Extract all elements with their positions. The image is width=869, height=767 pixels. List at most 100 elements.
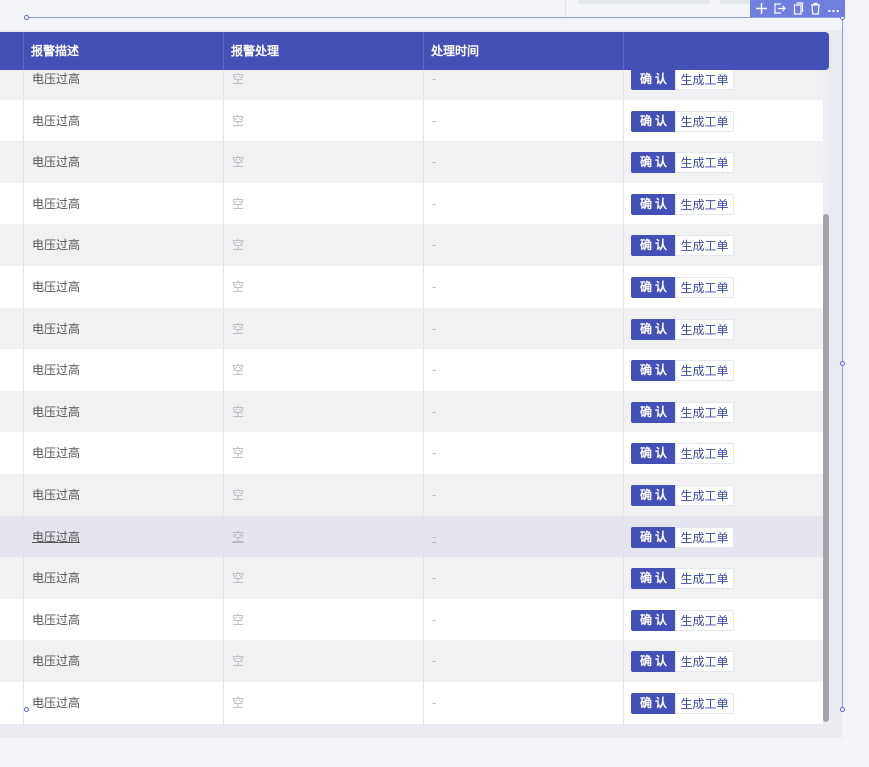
handled-time: -: [423, 640, 623, 683]
confirm-button[interactable]: 确认: [631, 651, 679, 673]
table-row[interactable]: 电压过高空 - 确认 生成工单: [0, 557, 823, 600]
copy-icon[interactable]: [790, 1, 805, 16]
panel-divider: [565, 0, 566, 18]
table-row[interactable]: 电压过高空 - 确认 生成工单: [0, 682, 823, 724]
row-actions: 确认 生成工单: [623, 141, 823, 184]
alarm-description: 电压过高: [23, 182, 223, 225]
confirm-button[interactable]: 确认: [631, 110, 679, 132]
alarm-handling: 空: [223, 141, 423, 184]
table-row[interactable]: 电压过高空 - 确认 生成工单: [0, 515, 823, 558]
table-row[interactable]: 电压过高空 - 确认 生成工单: [0, 307, 823, 350]
create-work-order-button[interactable]: 生成工单: [675, 152, 734, 174]
table-row[interactable]: 电压过高空 - 确认 生成工单: [0, 70, 823, 100]
alarm-description: 电压过高: [23, 70, 223, 100]
row-actions: 确认 生成工单: [623, 224, 823, 267]
confirm-button[interactable]: 确认: [631, 568, 679, 590]
handled-time: -: [423, 70, 623, 100]
create-work-order-button[interactable]: 生成工单: [675, 443, 734, 465]
row-actions: 确认 生成工单: [623, 307, 823, 350]
delete-icon[interactable]: [808, 1, 823, 16]
create-work-order-button[interactable]: 生成工单: [675, 110, 734, 132]
alarm-handling: 空: [223, 640, 423, 683]
alarm-handling: 空: [223, 598, 423, 641]
table-row[interactable]: 电压过高空 - 确认 生成工单: [0, 99, 823, 142]
handled-time: -: [423, 266, 623, 308]
confirm-button[interactable]: 确认: [631, 277, 679, 298]
row-actions: 确认 生成工单: [623, 557, 823, 600]
table-body[interactable]: 电压过高空 - 确认 生成工单 电压过高空 - 确认 生成工单 电压过高空 - 确认 生成工单 电压过高…: [0, 70, 823, 724]
table-row[interactable]: 电压过高空 - 确认 生成工单: [0, 266, 823, 308]
handled-time: -: [423, 307, 623, 350]
create-work-order-button[interactable]: 生成工单: [675, 485, 734, 506]
top-control-stub[interactable]: [578, 0, 710, 4]
export-icon[interactable]: [772, 1, 787, 16]
more-icon[interactable]: ...: [826, 1, 841, 16]
create-work-order-button[interactable]: 生成工单: [675, 401, 734, 423]
alarm-handling: 空: [223, 349, 423, 392]
create-work-order-button[interactable]: 生成工单: [675, 526, 734, 548]
alarm-description: 电压过高: [23, 557, 223, 600]
confirm-button[interactable]: 确认: [631, 235, 679, 257]
alarm-handling: 空: [223, 474, 423, 516]
row-actions: 确认 生成工单: [623, 390, 823, 433]
confirm-button[interactable]: 确认: [631, 485, 679, 506]
confirm-button[interactable]: 确认: [631, 693, 679, 714]
table-row[interactable]: 电压过高空 - 确认 生成工单: [0, 141, 823, 184]
confirm-button[interactable]: 确认: [631, 152, 679, 174]
table-row[interactable]: 电压过高空 - 确认 生成工单: [0, 390, 823, 433]
component-toolbar: ...: [750, 0, 845, 17]
row-actions: 确认 生成工单: [623, 640, 823, 683]
table-row[interactable]: 电压过高空 - 确认 生成工单: [0, 224, 823, 267]
create-work-order-button[interactable]: 生成工单: [675, 235, 734, 257]
plus-icon[interactable]: [754, 1, 769, 16]
selection-outline-top: [26, 17, 843, 18]
header-description: 报警描述: [23, 32, 223, 70]
row-actions: 确认 生成工单: [623, 99, 823, 142]
resize-handle-top-left[interactable]: [24, 15, 29, 20]
table-row[interactable]: 电压过高空 - 确认 生成工单: [0, 349, 823, 392]
handled-time: -: [423, 141, 623, 184]
alarm-description: 电压过高: [23, 141, 223, 184]
table-row[interactable]: 电压过高空 - 确认 生成工单: [0, 474, 823, 516]
handled-time: -: [423, 432, 623, 475]
confirm-button[interactable]: 确认: [631, 401, 679, 423]
alarm-handling: 空: [223, 266, 423, 308]
alarm-description: 电压过高: [23, 432, 223, 475]
alarm-description: 电压过高: [23, 682, 223, 724]
handled-time: -: [423, 515, 623, 558]
top-strip: [0, 0, 869, 18]
handled-time: -: [423, 557, 623, 600]
confirm-button[interactable]: 确认: [631, 193, 679, 215]
table-row[interactable]: 电压过高空 - 确认 生成工单: [0, 598, 823, 641]
create-work-order-button[interactable]: 生成工单: [675, 651, 734, 673]
confirm-button[interactable]: 确认: [631, 360, 679, 382]
resize-handle-middle-right[interactable]: [840, 361, 845, 366]
confirm-button[interactable]: 确认: [631, 443, 679, 465]
alarm-handling: 空: [223, 390, 423, 433]
confirm-button[interactable]: 确认: [631, 318, 679, 340]
create-work-order-button[interactable]: 生成工单: [675, 318, 734, 340]
create-work-order-button[interactable]: 生成工单: [675, 693, 734, 714]
scrollbar-thumb[interactable]: [823, 214, 829, 722]
create-work-order-button[interactable]: 生成工单: [675, 277, 734, 298]
table-row[interactable]: 电压过高空 - 确认 生成工单: [0, 182, 823, 225]
handled-time: -: [423, 598, 623, 641]
create-work-order-button[interactable]: 生成工单: [675, 609, 734, 631]
alarm-description: 电压过高: [23, 307, 223, 350]
confirm-button[interactable]: 确认: [631, 609, 679, 631]
resize-handle-bottom-left[interactable]: [24, 707, 29, 712]
confirm-button[interactable]: 确认: [631, 526, 679, 548]
table-row[interactable]: 电压过高空 - 确认 生成工单: [0, 432, 823, 475]
alarm-handling: 空: [223, 70, 423, 100]
handled-time: -: [423, 682, 623, 724]
row-actions: 确认 生成工单: [623, 432, 823, 475]
create-work-order-button[interactable]: 生成工单: [675, 70, 734, 90]
create-work-order-button[interactable]: 生成工单: [675, 568, 734, 590]
table-row[interactable]: 电压过高空 - 确认 生成工单: [0, 640, 823, 683]
create-work-order-button[interactable]: 生成工单: [675, 193, 734, 215]
resize-handle-bottom-right[interactable]: [840, 707, 845, 712]
top-control-stub[interactable]: [720, 0, 750, 4]
confirm-button[interactable]: 确认: [631, 70, 679, 90]
create-work-order-button[interactable]: 生成工单: [675, 360, 734, 382]
handled-time: -: [423, 474, 623, 516]
